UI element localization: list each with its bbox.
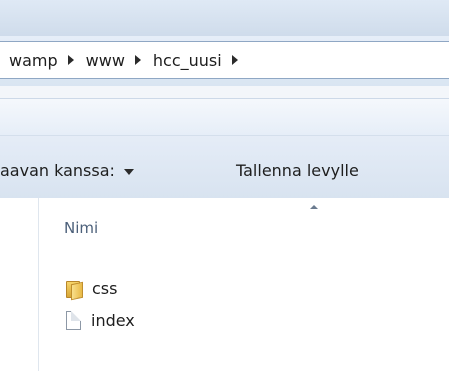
folder-icon bbox=[66, 279, 83, 301]
address-row: wamp www hcc_uusi bbox=[0, 36, 449, 86]
breadcrumb-chevron-icon[interactable] bbox=[231, 55, 238, 65]
title-bar bbox=[0, 0, 449, 36]
breadcrumb-item-www[interactable]: www bbox=[83, 49, 128, 72]
address-bar[interactable]: wamp www hcc_uusi bbox=[0, 41, 449, 79]
file-name: index bbox=[91, 310, 135, 330]
document-icon bbox=[66, 310, 81, 330]
list-item-folder[interactable]: css bbox=[66, 272, 135, 304]
breadcrumb-chevron-icon[interactable] bbox=[134, 55, 141, 65]
command-toolbar: aavan kanssa: Tallenna levylle bbox=[0, 98, 449, 199]
share-with-label: aavan kanssa: bbox=[0, 161, 115, 180]
column-header-name[interactable]: Nimi bbox=[64, 219, 98, 237]
toolbar-top-band bbox=[0, 99, 449, 136]
breadcrumb-chevron-icon[interactable] bbox=[67, 55, 74, 65]
share-with-button[interactable]: aavan kanssa: bbox=[0, 161, 134, 180]
breadcrumb-item-hcc-uusi[interactable]: hcc_uusi bbox=[150, 49, 225, 72]
dropdown-arrow-icon bbox=[123, 168, 134, 175]
navigation-pane-edge bbox=[38, 198, 39, 371]
breadcrumb-item-wamp[interactable]: wamp bbox=[6, 49, 61, 72]
sort-ascending-icon bbox=[310, 205, 318, 209]
burn-to-disc-button[interactable]: Tallenna levylle bbox=[236, 161, 359, 180]
file-list: css index bbox=[66, 272, 135, 336]
separator-strip bbox=[0, 86, 449, 98]
burn-to-disc-label: Tallenna levylle bbox=[236, 161, 359, 180]
list-item-file[interactable]: index bbox=[66, 304, 135, 336]
file-name: css bbox=[92, 278, 118, 298]
